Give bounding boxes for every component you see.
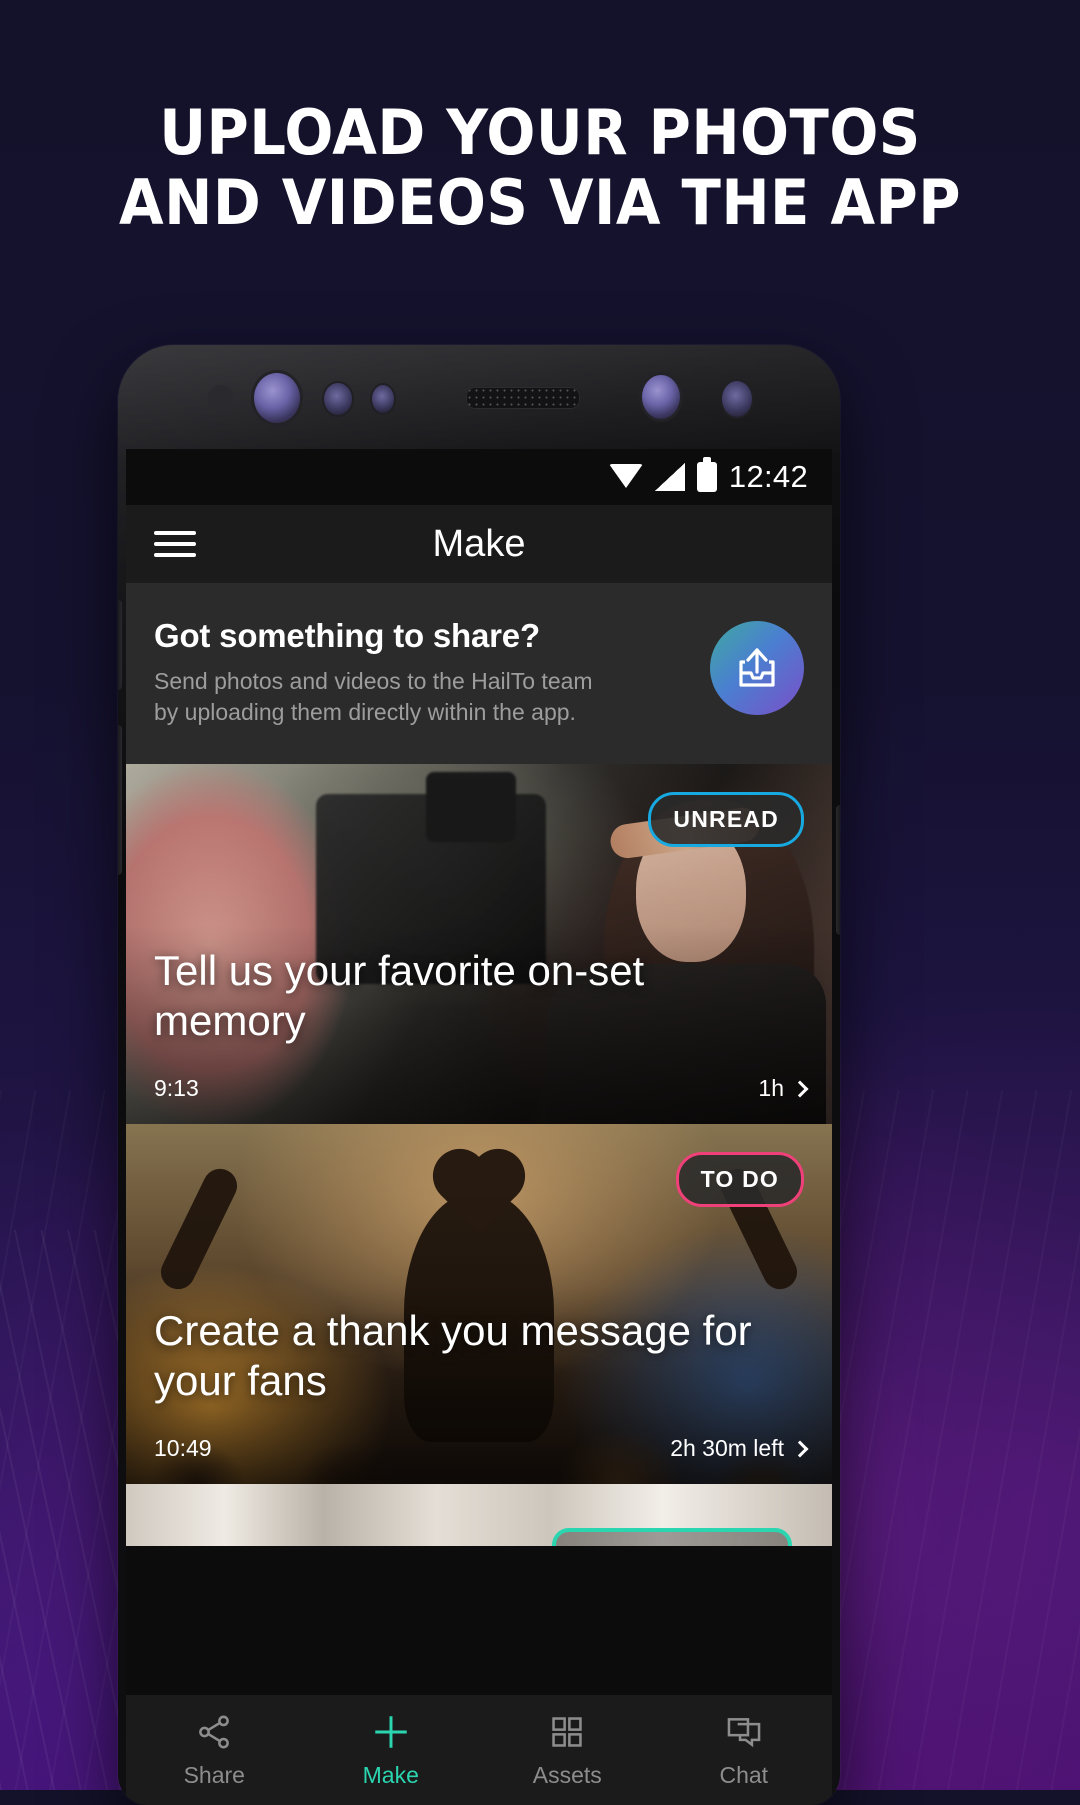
sensor-right-small-icon xyxy=(722,381,752,417)
chevron-right-icon xyxy=(791,1080,809,1097)
upload-promo-text: Got something to share? Send photos and … xyxy=(154,617,710,728)
task-card-unread[interactable]: UNREAD Tell us your favorite on-set memo… xyxy=(126,764,832,1124)
phone-side-button-right xyxy=(836,805,840,935)
task-card-due: 2h 30m left xyxy=(670,1435,784,1461)
task-card-time: 9:13 xyxy=(154,1075,199,1101)
task-card-meta: 10:49 2h 30m left xyxy=(154,1435,809,1462)
hamburger-menu-icon[interactable] xyxy=(154,524,196,564)
upload-promo-subtitle: Send photos and videos to the HailTo tea… xyxy=(154,666,694,728)
front-camera-icon xyxy=(254,373,300,423)
sensor-right-large-icon xyxy=(642,375,680,419)
nav-item-make[interactable]: Make xyxy=(303,1711,480,1789)
phone-screen: 12:42 Make Got something to share? Send … xyxy=(126,449,832,1805)
bottom-navigation-bar: Share Make Assets Chat xyxy=(126,1695,832,1805)
app-bar-title: Make xyxy=(432,522,526,565)
nav-item-assets[interactable]: Assets xyxy=(479,1711,656,1789)
cell-signal-icon xyxy=(654,463,685,491)
phone-bezel xyxy=(118,345,840,449)
grid-icon xyxy=(548,1711,586,1753)
nav-item-share[interactable]: Share xyxy=(126,1711,303,1789)
task-card-time: 10:49 xyxy=(154,1435,212,1461)
upload-promo-title: Got something to share? xyxy=(154,617,540,654)
task-card-image xyxy=(126,1484,832,1546)
upload-button[interactable] xyxy=(710,621,804,715)
iris-sensor-icon xyxy=(324,383,352,415)
nav-label-make: Make xyxy=(362,1762,419,1788)
status-bar: 12:42 xyxy=(126,449,832,505)
phone-side-button-bottom xyxy=(118,725,122,875)
headline-line-2: AND VIDEOS VIA THE APP xyxy=(119,166,961,239)
nav-item-chat[interactable]: Chat xyxy=(656,1711,833,1789)
upload-icon xyxy=(739,648,775,687)
status-bar-clock: 12:42 xyxy=(728,459,808,494)
upload-promo-subtitle-line-1: Send photos and videos to the HailTo tea… xyxy=(154,668,593,694)
task-card-todo[interactable]: TO DO Create a thank you message for you… xyxy=(126,1124,832,1484)
earpiece-speaker xyxy=(466,387,580,409)
status-badge[interactable]: TO DO xyxy=(675,1152,804,1207)
app-bar: Make xyxy=(126,505,832,583)
task-card-due-group: 2h 30m left xyxy=(670,1435,809,1462)
upload-promo-subtitle-line-2: by uploading them directly within the ap… xyxy=(154,699,576,725)
proximity-sensor-icon xyxy=(208,385,234,411)
chat-icon xyxy=(725,1711,763,1753)
task-card-title: Create a thank you message for your fans xyxy=(154,1307,752,1404)
plus-icon xyxy=(370,1711,412,1753)
wifi-icon xyxy=(608,464,643,490)
task-card-meta: 9:13 1h xyxy=(154,1075,809,1102)
page-title: UPLOAD YOUR PHOTOS AND VIDEOS VIA THE AP… xyxy=(38,98,1042,238)
status-badge[interactable]: UNREAD xyxy=(648,792,804,847)
task-card-due-group: 1h xyxy=(758,1075,809,1102)
phone-side-button-top xyxy=(118,600,122,690)
phone-mockup: 12:42 Make Got something to share? Send … xyxy=(118,345,840,1805)
light-sensor-icon xyxy=(372,385,394,413)
task-card-due: 1h xyxy=(758,1075,784,1101)
battery-icon xyxy=(696,457,717,492)
headline-line-1: UPLOAD YOUR PHOTOS xyxy=(159,96,921,169)
task-card-title: Tell us your favorite on-set memory xyxy=(154,947,645,1044)
chevron-right-icon xyxy=(791,1440,809,1457)
upload-promo-card[interactable]: Got something to share? Send photos and … xyxy=(126,583,832,764)
nav-label-share: Share xyxy=(183,1762,245,1788)
nav-label-chat: Chat xyxy=(719,1762,769,1788)
share-icon xyxy=(195,1711,233,1753)
task-card-accent-pill xyxy=(552,1528,792,1546)
nav-label-assets: Assets xyxy=(532,1762,602,1788)
task-card-partial[interactable] xyxy=(126,1484,832,1546)
